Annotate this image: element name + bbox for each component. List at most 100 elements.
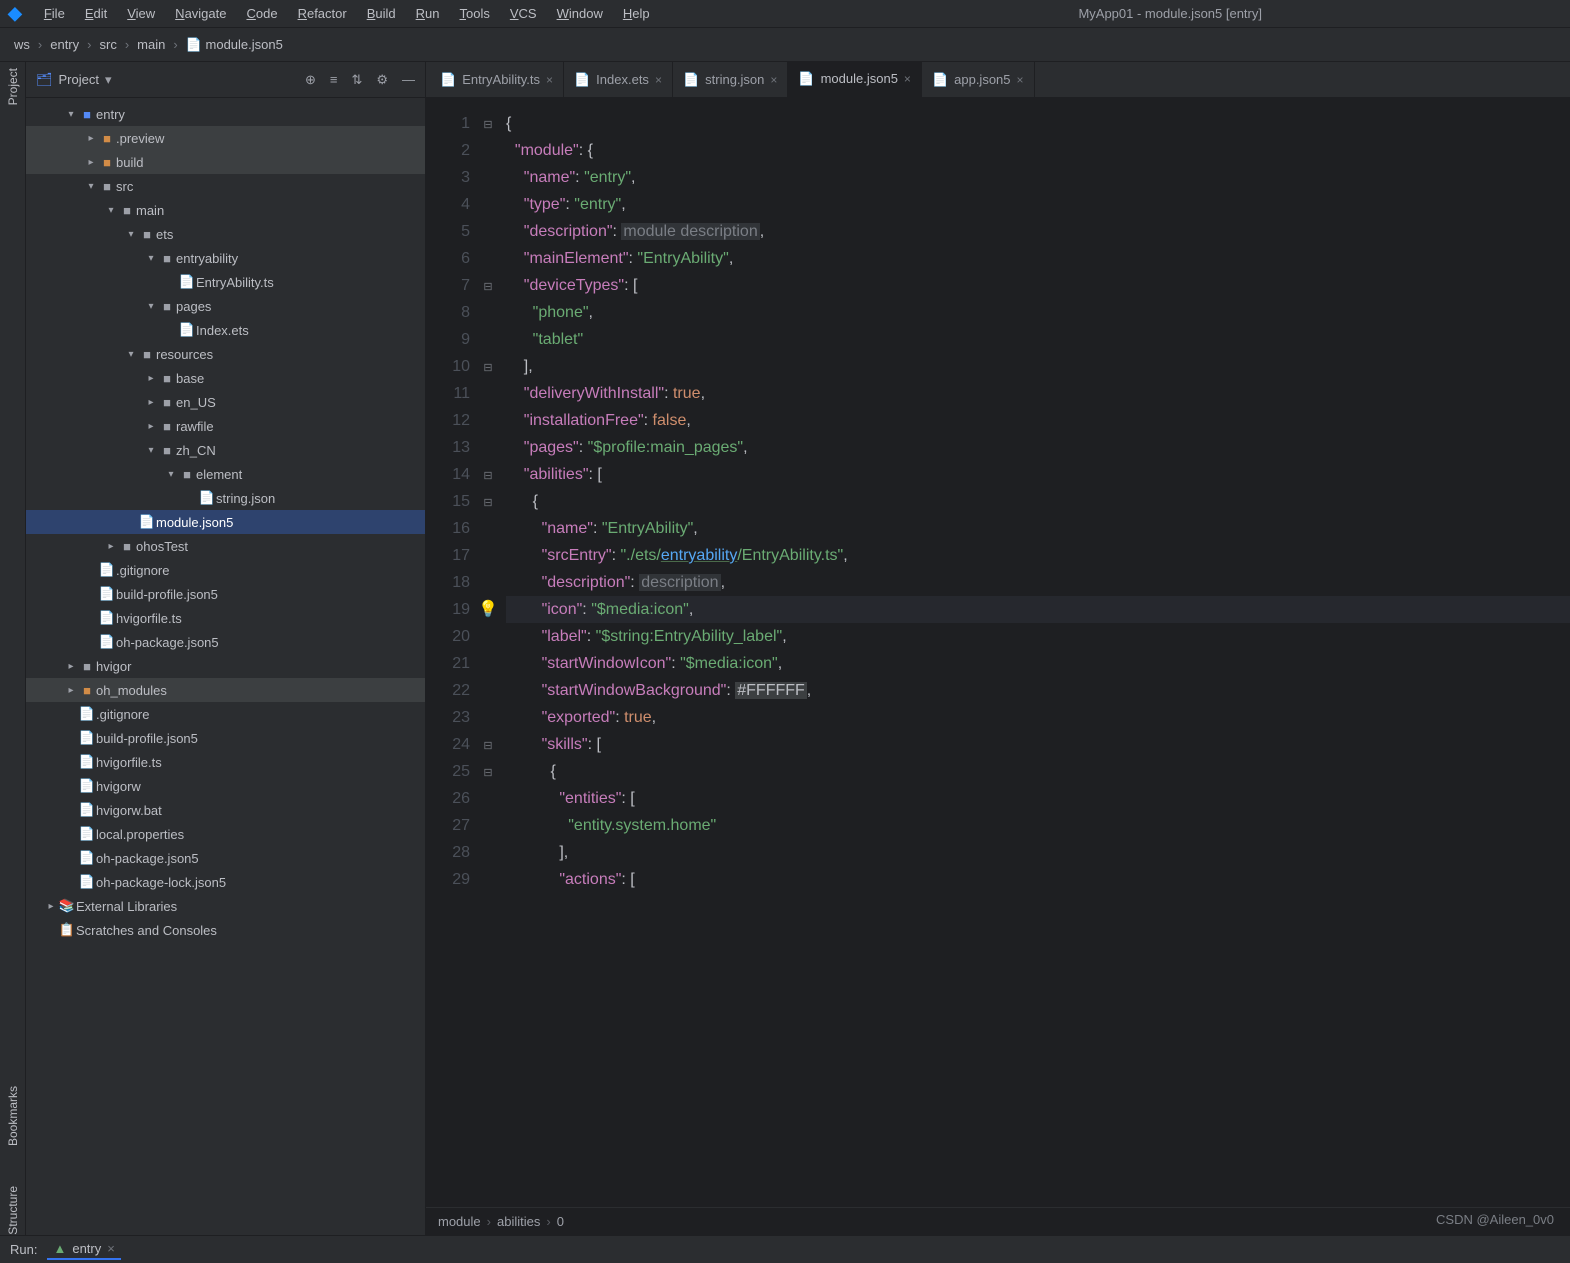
collapse-all-icon[interactable]: ⇅: [351, 72, 362, 88]
code-line[interactable]: "startWindowIcon": "$media:icon",: [506, 650, 1570, 677]
fold-icon[interactable]: ⊟: [483, 470, 492, 482]
tree-row[interactable]: ▸■ base: [26, 366, 425, 390]
tree-row[interactable]: ▸■ oh_modules: [26, 678, 425, 702]
code-line[interactable]: "skills": [: [506, 731, 1570, 758]
menu-run[interactable]: Run: [406, 4, 450, 23]
tree-row[interactable]: 📄 module.json5: [26, 510, 425, 534]
tree-row[interactable]: ▾■ resources: [26, 342, 425, 366]
menu-tools[interactable]: Tools: [450, 4, 500, 23]
tree-twisty-icon[interactable]: ▾: [144, 301, 158, 312]
code-line[interactable]: "tablet": [506, 326, 1570, 353]
editor-tab[interactable]: 📄module.json5×: [788, 62, 922, 97]
structure-crumb[interactable]: module: [438, 1214, 481, 1229]
fold-icon[interactable]: ⊟: [483, 497, 492, 509]
tree-twisty-icon[interactable]: ▸: [44, 901, 58, 912]
run-tab-entry[interactable]: ▲ entry ×: [47, 1239, 120, 1260]
tree-row[interactable]: ▾■ pages: [26, 294, 425, 318]
code-line[interactable]: "abilities": [: [506, 461, 1570, 488]
menu-refactor[interactable]: Refactor: [288, 4, 357, 23]
tree-twisty-icon[interactable]: ▸: [84, 133, 98, 144]
code-line[interactable]: "name": "EntryAbility",: [506, 515, 1570, 542]
fold-icon[interactable]: ⊟: [483, 362, 492, 374]
tree-row[interactable]: ▸■ rawfile: [26, 414, 425, 438]
code-line[interactable]: "entity.system.home": [506, 812, 1570, 839]
chevron-down-icon[interactable]: ▾: [105, 72, 112, 88]
tree-row[interactable]: ▾■ entry: [26, 102, 425, 126]
tree-row[interactable]: ▸■ build: [26, 150, 425, 174]
structure-breadcrumb[interactable]: module›abilities›0: [426, 1207, 1570, 1235]
tree-row[interactable]: 📄 oh-package-lock.json5: [26, 870, 425, 894]
breadcrumb-item[interactable]: main: [133, 35, 169, 54]
structure-tool-button[interactable]: Structure: [6, 1186, 20, 1235]
breadcrumb-item[interactable]: entry: [46, 35, 83, 54]
menu-code[interactable]: Code: [236, 4, 287, 23]
code-line[interactable]: "icon": "$media:icon",: [506, 596, 1570, 623]
project-tool-button[interactable]: Project: [6, 68, 20, 105]
tree-twisty-icon[interactable]: ▸: [144, 373, 158, 384]
code-line[interactable]: "name": "entry",: [506, 164, 1570, 191]
tree-row[interactable]: ▸■ hvigor: [26, 654, 425, 678]
code-line[interactable]: "deliveryWithInstall": true,: [506, 380, 1570, 407]
tree-row[interactable]: ▸■ en_US: [26, 390, 425, 414]
menu-file[interactable]: File: [34, 4, 75, 23]
code-line[interactable]: "label": "$string:EntryAbility_label",: [506, 623, 1570, 650]
tree-row[interactable]: ▾■ main: [26, 198, 425, 222]
code-line[interactable]: "description": description,: [506, 569, 1570, 596]
tree-row[interactable]: ▸■ .preview: [26, 126, 425, 150]
tree-row[interactable]: 📄 .gitignore: [26, 558, 425, 582]
tree-row[interactable]: 📄 EntryAbility.ts: [26, 270, 425, 294]
tree-twisty-icon[interactable]: ▸: [64, 685, 78, 696]
code-line[interactable]: "srcEntry": "./ets/entryability/EntryAbi…: [506, 542, 1570, 569]
expand-all-icon[interactable]: ≡: [330, 72, 338, 88]
structure-crumb[interactable]: abilities: [497, 1214, 540, 1229]
code-line[interactable]: "description": module description,: [506, 218, 1570, 245]
fold-icon[interactable]: ⊟: [483, 281, 492, 293]
tree-row[interactable]: ▾■ element: [26, 462, 425, 486]
breadcrumb-item[interactable]: src: [95, 35, 120, 54]
fold-icon[interactable]: ⊟: [483, 740, 492, 752]
tree-row[interactable]: 📄 oh-package.json5: [26, 630, 425, 654]
code-line[interactable]: {: [506, 488, 1570, 515]
tree-row[interactable]: 📋 Scratches and Consoles: [26, 918, 425, 942]
code-line[interactable]: "pages": "$profile:main_pages",: [506, 434, 1570, 461]
code-content[interactable]: { "module": { "name": "entry", "type": "…: [498, 98, 1570, 1207]
close-icon[interactable]: ×: [904, 72, 911, 86]
tree-row[interactable]: 📄 build-profile.json5: [26, 726, 425, 750]
breadcrumb-item[interactable]: ws: [10, 35, 34, 54]
code-line[interactable]: "startWindowBackground": #FFFFFF,: [506, 677, 1570, 704]
code-line[interactable]: "type": "entry",: [506, 191, 1570, 218]
tree-row[interactable]: ▸📚 External Libraries: [26, 894, 425, 918]
close-icon[interactable]: ×: [1017, 73, 1024, 87]
tree-twisty-icon[interactable]: ▸: [84, 157, 98, 168]
menu-build[interactable]: Build: [357, 4, 406, 23]
tree-row[interactable]: ▾■ src: [26, 174, 425, 198]
menu-window[interactable]: Window: [547, 4, 613, 23]
tree-row[interactable]: 📄 hvigorw: [26, 774, 425, 798]
bookmarks-tool-button[interactable]: Bookmarks: [6, 1086, 20, 1146]
code-line[interactable]: "exported": true,: [506, 704, 1570, 731]
tree-row[interactable]: 📄 oh-package.json5: [26, 846, 425, 870]
editor-tab[interactable]: 📄EntryAbility.ts×: [430, 62, 564, 97]
menu-view[interactable]: View: [117, 4, 165, 23]
structure-crumb[interactable]: 0: [557, 1214, 564, 1229]
tree-twisty-icon[interactable]: ▾: [144, 253, 158, 264]
menu-edit[interactable]: Edit: [75, 4, 117, 23]
code-line[interactable]: "module": {: [506, 137, 1570, 164]
close-icon[interactable]: ×: [770, 73, 777, 87]
code-line[interactable]: {: [506, 758, 1570, 785]
tree-row[interactable]: ▾■ ets: [26, 222, 425, 246]
tree-twisty-icon[interactable]: ▸: [64, 661, 78, 672]
tree-twisty-icon[interactable]: ▾: [64, 109, 78, 120]
menu-help[interactable]: Help: [613, 4, 660, 23]
editor-tab[interactable]: 📄app.json5×: [922, 62, 1035, 97]
tree-row[interactable]: 📄 local.properties: [26, 822, 425, 846]
tree-twisty-icon[interactable]: ▾: [164, 469, 178, 480]
code-line[interactable]: "installationFree": false,: [506, 407, 1570, 434]
breadcrumb-item[interactable]: 📄 module.json5: [182, 35, 287, 54]
tree-twisty-icon[interactable]: ▾: [144, 445, 158, 456]
editor-tab[interactable]: 📄string.json×: [673, 62, 788, 97]
menu-vcs[interactable]: VCS: [500, 4, 547, 23]
close-icon[interactable]: ×: [107, 1241, 115, 1256]
locate-icon[interactable]: ⊕: [305, 72, 316, 88]
code-line[interactable]: {: [506, 110, 1570, 137]
